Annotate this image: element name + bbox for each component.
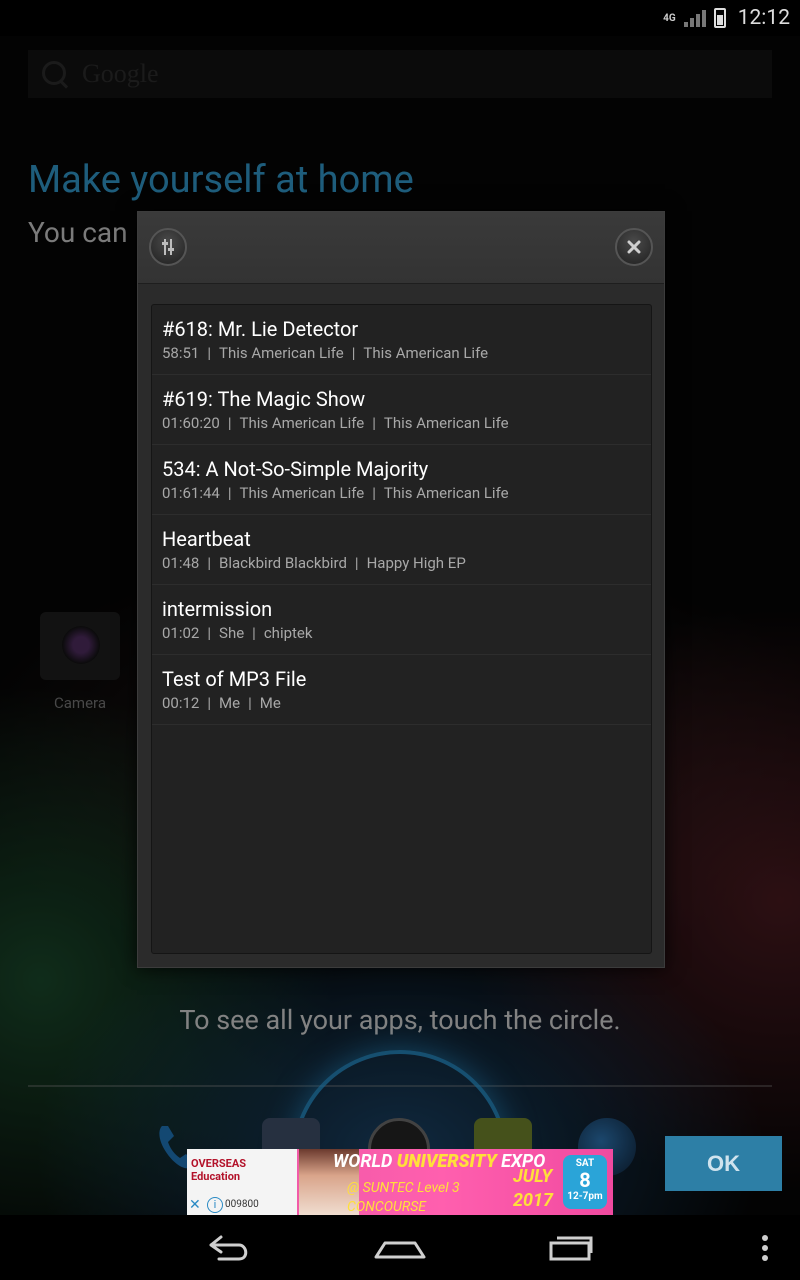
track-artist: Me (219, 694, 241, 712)
ad-venue: @ SUNTEC Level 3 CONCOURSE (347, 1179, 460, 1215)
track-meta: 00:12 | Me | Me (162, 694, 281, 712)
track-list: #618: Mr. Lie Detector 58:51 | This Americ… (151, 304, 652, 954)
track-duration: 01:61:44 (162, 484, 220, 502)
track-artist: This American Life (219, 344, 344, 362)
track-duration: 01:60:20 (162, 414, 220, 432)
track-artist: Blackbird Blackbird (219, 554, 347, 572)
track-title: 534: A Not-So-Simple Majority (162, 457, 429, 481)
signal-icon (683, 9, 706, 27)
track-meta: 01:61:44 | This American Life | This America… (162, 484, 509, 502)
track-album: This American Life (383, 484, 509, 502)
home-icon[interactable] (373, 1235, 427, 1265)
navigation-bar (0, 1215, 800, 1280)
track-item[interactable]: Test of MP3 File 00:12 | Me | Me (152, 655, 651, 725)
back-icon[interactable] (205, 1233, 253, 1267)
ad-banner[interactable]: OVERSEAS Education WORLD UNIVERSITY EXPO… (187, 1149, 613, 1215)
ad-logo-line1: OVERSEAS (191, 1157, 247, 1170)
track-item[interactable]: #619: The Magic Show 01:60:20 | This Ameri… (152, 375, 651, 445)
status-bar: 4G 12:12 (0, 0, 800, 36)
ad-phone: 009800 (225, 1199, 259, 1210)
ad-venue-line2: CONCOURSE (347, 1199, 427, 1215)
ad-badge-time: 12-7pm (567, 1191, 603, 1202)
track-title: Heartbeat (162, 527, 251, 551)
track-meta: 01:02 | She | chiptek (162, 624, 313, 642)
track-artist: She (219, 624, 245, 642)
track-item[interactable]: #618: Mr. Lie Detector 58:51 | This Americ… (152, 305, 651, 375)
ad-date-badge: SAT 8 12-7pm (563, 1155, 607, 1209)
ad-info-icon[interactable]: i (207, 1197, 223, 1213)
dialog-header (138, 212, 664, 284)
music-widget-dialog: #618: Mr. Lie Detector 58:51 | This Americ… (137, 211, 665, 968)
ad-logo: OVERSEAS Education (191, 1157, 291, 1183)
track-meta: 01:48 | Blackbird Blackbird | Happy High EP (162, 554, 466, 572)
clock: 12:12 (737, 6, 790, 30)
track-meta: 58:51 | This American Life | This American L… (162, 344, 489, 362)
ad-month: JULY (513, 1166, 553, 1187)
ok-button[interactable]: OK (665, 1136, 782, 1191)
track-title: intermission (162, 597, 273, 621)
ad-year: 2017 (513, 1190, 554, 1211)
track-item[interactable]: Heartbeat 01:48 | Blackbird Blackbird | Happ… (152, 515, 651, 585)
track-duration: 01:48 (162, 554, 200, 572)
track-album: Happy High EP (366, 554, 466, 572)
track-duration: 58:51 (162, 344, 200, 362)
track-duration: 00:12 (162, 694, 200, 712)
track-meta: 01:60:20 | This American Life | This America… (162, 414, 509, 432)
track-album: chiptek (263, 624, 313, 642)
equalizer-settings-icon[interactable] (149, 228, 187, 266)
track-item[interactable]: 534: A Not-So-Simple Majority 01:61:44 | T… (152, 445, 651, 515)
network-type: 4G (663, 12, 676, 24)
track-album: This American Life (363, 344, 489, 362)
track-album: This American Life (383, 414, 509, 432)
ad-title-university: UNIVERSITY (396, 1151, 497, 1172)
track-title: #619: The Magic Show (162, 387, 366, 411)
ad-venue-line1: @ SUNTEC Level 3 (347, 1180, 460, 1196)
close-icon[interactable] (615, 228, 653, 266)
track-title: #618: Mr. Lie Detector (162, 317, 359, 341)
recents-icon[interactable] (545, 1233, 595, 1267)
track-title: Test of MP3 File (162, 667, 307, 691)
track-item[interactable]: intermission 01:02 | She | chiptek (152, 585, 651, 655)
overflow-menu-icon[interactable] (758, 1233, 772, 1267)
track-album: Me (259, 694, 281, 712)
ad-title-world: WORLD (333, 1151, 393, 1172)
track-artist: This American Life (239, 484, 365, 502)
ad-close-icon[interactable]: ✕ (189, 1197, 205, 1213)
ad-date: JULY 2017 (513, 1165, 553, 1213)
track-artist: This American Life (239, 414, 365, 432)
ad-badge-day: 8 (579, 1168, 591, 1192)
battery-icon (713, 8, 726, 28)
ad-logo-line2: Education (191, 1170, 241, 1183)
track-duration: 01:02 (162, 624, 200, 642)
